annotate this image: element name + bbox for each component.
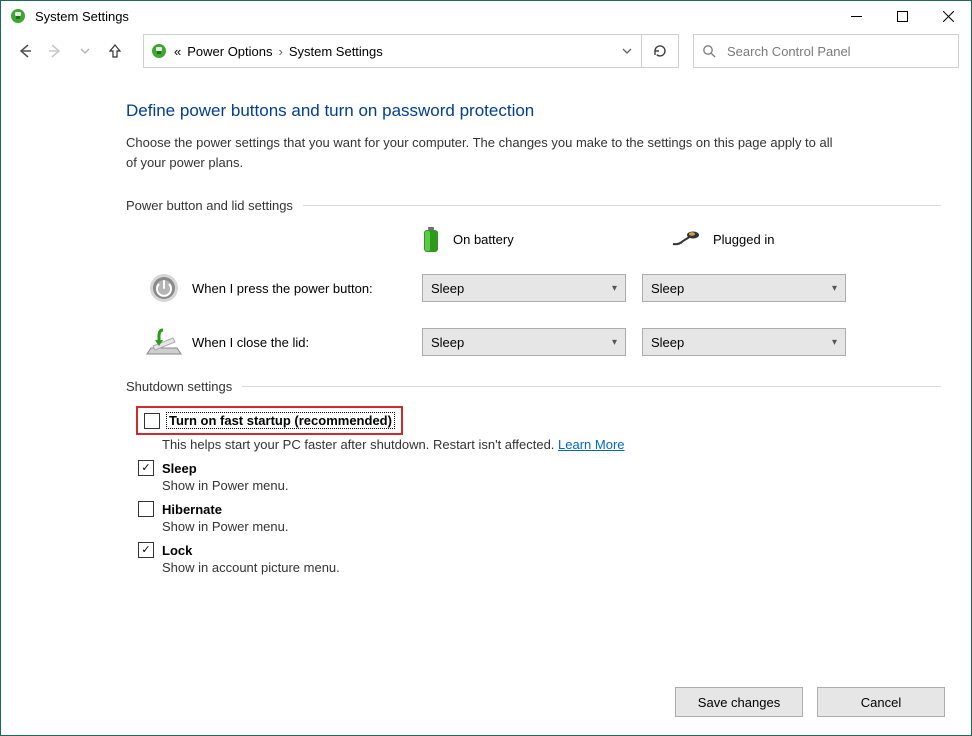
page-intro: Choose the power settings that you want … <box>126 133 846 172</box>
maximize-button[interactable] <box>879 1 925 31</box>
footer-buttons: Save changes Cancel <box>675 687 945 717</box>
cancel-button[interactable]: Cancel <box>817 687 945 717</box>
checkbox-fast-startup[interactable] <box>144 413 160 429</box>
save-changes-button[interactable]: Save changes <box>675 687 803 717</box>
navigation-row: « Power Options › System Settings <box>1 31 971 71</box>
checkbox-lock[interactable]: ✓ <box>138 542 154 558</box>
section-title-power: Power button and lid settings <box>126 198 941 213</box>
address-bar[interactable]: « Power Options › System Settings <box>143 34 679 68</box>
window-title: System Settings <box>35 9 129 24</box>
section-title-label: Power button and lid settings <box>126 198 293 213</box>
close-button[interactable] <box>925 1 971 31</box>
checkbox-label: Hibernate <box>162 502 222 517</box>
row-close-lid: When I close the lid: Sleep ▾ Sleep ▾ <box>144 325 941 359</box>
breadcrumb-item[interactable]: Power Options <box>187 44 272 59</box>
checkbox-sleep[interactable]: ✓ <box>138 460 154 476</box>
section-title-shutdown: Shutdown settings <box>126 379 941 394</box>
column-label: Plugged in <box>713 232 774 247</box>
dropdown-value: Sleep <box>651 281 684 296</box>
chevron-down-icon: ▾ <box>832 283 837 294</box>
address-dropdown-button[interactable] <box>613 35 641 67</box>
search-input[interactable]: Search Control Panel <box>693 34 959 68</box>
description-text: This helps start your PC faster after sh… <box>162 437 558 452</box>
row-power-button: When I press the power button: Sleep ▾ S… <box>144 271 941 305</box>
page-heading: Define power buttons and turn on passwor… <box>126 101 941 121</box>
chevron-down-icon: ▾ <box>832 337 837 348</box>
dropdown-value: Sleep <box>651 335 684 350</box>
chevron-down-icon: ▾ <box>612 283 617 294</box>
power-button-icon <box>144 271 184 305</box>
learn-more-link[interactable]: Learn More <box>558 437 624 452</box>
checkbox-item-sleep: ✓ Sleep Show in Power menu. <box>138 460 941 493</box>
section-divider <box>303 205 941 206</box>
column-on-battery: On battery <box>421 225 601 253</box>
chevron-down-icon: ▾ <box>612 337 617 348</box>
fast-startup-description: This helps start your PC faster after sh… <box>162 437 941 452</box>
checkbox-item-lock: ✓ Lock Show in account picture menu. <box>138 542 941 575</box>
breadcrumb[interactable]: « Power Options › System Settings <box>174 44 383 59</box>
up-button[interactable] <box>103 39 127 63</box>
checkbox-description: Show in account picture menu. <box>162 560 941 575</box>
back-button[interactable] <box>13 39 37 63</box>
dropdown-power-button-battery[interactable]: Sleep ▾ <box>422 274 626 302</box>
laptop-lid-icon <box>144 325 184 359</box>
refresh-button[interactable] <box>641 35 678 67</box>
row-label: When I press the power button: <box>192 281 422 296</box>
column-label: On battery <box>453 232 514 247</box>
window: System Settings <box>0 0 972 736</box>
checkbox-hibernate[interactable] <box>138 501 154 517</box>
checkbox-item-hibernate: Hibernate Show in Power menu. <box>138 501 941 534</box>
column-plugged-in: Plugged in <box>671 231 851 247</box>
section-title-label: Shutdown settings <box>126 379 232 394</box>
dropdown-value: Sleep <box>431 335 464 350</box>
plug-icon <box>671 231 701 247</box>
minimize-button[interactable] <box>833 1 879 31</box>
power-options-icon <box>150 42 168 60</box>
checkbox-description: Show in Power menu. <box>162 478 941 493</box>
window-controls <box>833 1 971 31</box>
breadcrumb-item[interactable]: System Settings <box>289 44 383 59</box>
address-bar-path[interactable]: « Power Options › System Settings <box>144 42 613 60</box>
forward-button[interactable] <box>43 39 67 63</box>
row-label: When I close the lid: <box>192 335 422 350</box>
chevron-right-icon: › <box>279 44 283 59</box>
power-options-icon <box>9 7 27 25</box>
search-icon <box>702 44 717 59</box>
checkbox-label: Lock <box>162 543 192 558</box>
checkbox-label: Turn on fast startup (recommended) <box>166 412 395 429</box>
titlebar: System Settings <box>1 1 971 31</box>
section-divider <box>242 386 941 387</box>
breadcrumb-prefix: « <box>174 44 181 59</box>
checkbox-description: Show in Power menu. <box>162 519 941 534</box>
search-placeholder: Search Control Panel <box>727 44 851 59</box>
dropdown-lid-battery[interactable]: Sleep ▾ <box>422 328 626 356</box>
column-headers: On battery Plugged in <box>421 225 941 253</box>
battery-icon <box>421 225 441 253</box>
checkbox-label: Sleep <box>162 461 197 476</box>
fast-startup-highlight: Turn on fast startup (recommended) <box>136 406 403 435</box>
recent-locations-button[interactable] <box>73 39 97 63</box>
dropdown-power-button-plugged[interactable]: Sleep ▾ <box>642 274 846 302</box>
dropdown-value: Sleep <box>431 281 464 296</box>
shutdown-section: Shutdown settings Turn on fast startup (… <box>126 379 941 575</box>
dropdown-lid-plugged[interactable]: Sleep ▾ <box>642 328 846 356</box>
content-area: Define power buttons and turn on passwor… <box>1 71 971 575</box>
